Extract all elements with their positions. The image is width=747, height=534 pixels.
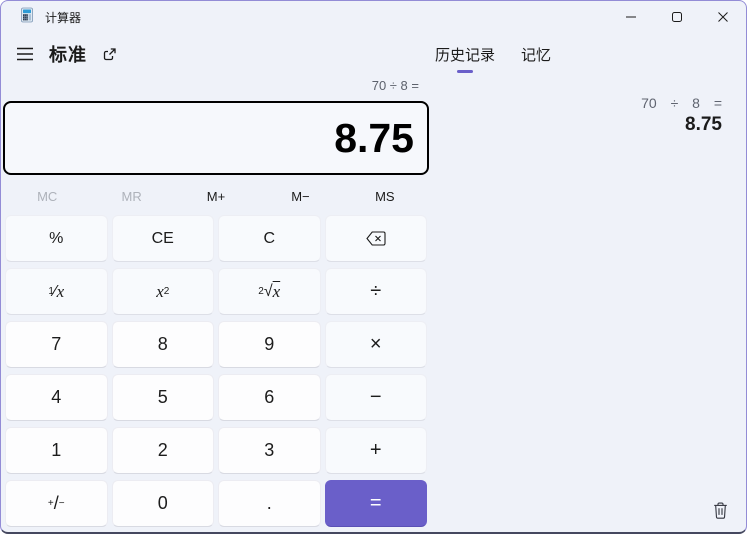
nine-button[interactable]: 9	[218, 321, 321, 368]
eight-button[interactable]: 8	[111, 321, 214, 368]
clear-button[interactable]: C	[218, 215, 321, 262]
six-button[interactable]: 6	[218, 374, 321, 421]
equals-button[interactable]: =	[324, 480, 427, 527]
menu-button[interactable]	[7, 37, 43, 71]
window-title: 计算器	[45, 10, 82, 25]
reciprocal-button[interactable]: 1 ⁄ x	[5, 268, 108, 315]
active-tab-indicator	[457, 70, 473, 73]
tab-history[interactable]: 历史记录	[435, 33, 495, 75]
tab-history-label: 历史记录	[435, 46, 496, 64]
two-button[interactable]: 2	[111, 427, 214, 474]
clear-history-button[interactable]	[704, 496, 736, 526]
window-controls	[608, 1, 746, 33]
expression-line: 70 ÷ 8 =	[371, 78, 419, 93]
panel-footer	[431, 492, 746, 532]
maximize-icon	[672, 12, 682, 22]
multiply-button[interactable]: ×	[324, 321, 427, 368]
minimize-icon	[626, 16, 636, 18]
tab-memory[interactable]: 记忆	[521, 33, 551, 75]
keep-on-top-button[interactable]	[91, 37, 127, 71]
add-button[interactable]: +	[324, 427, 427, 474]
clear-entry-button[interactable]: CE	[111, 215, 214, 262]
window-content: 标准 70 ÷ 8 = 8.75 MC MR M+ M− MS % CE C 1 ⁄ x x 2 2 √ x…	[1, 33, 746, 532]
calculator-main: 标准 70 ÷ 8 = 8.75 MC MR M+ M− MS % CE C 1 ⁄ x x 2 2 √ x…	[1, 33, 431, 532]
backspace-icon	[366, 231, 386, 246]
toolbar: 标准	[1, 33, 431, 75]
history-list: 70 ÷ 8 = 8.75	[431, 75, 746, 492]
four-button[interactable]: 4	[5, 374, 108, 421]
divide-button[interactable]: ÷	[324, 268, 427, 315]
minimize-button[interactable]	[608, 1, 654, 33]
maximize-button[interactable]	[654, 1, 700, 33]
keypad: % CE C 1 ⁄ x x 2 2 √ x ÷ 7 8 9 × 4 5 6− 1 2 3 + + / −0. =	[5, 215, 427, 527]
negate-button[interactable]: + / −	[5, 480, 108, 527]
mode-label: 标准	[49, 45, 87, 65]
one-button[interactable]: 1	[5, 427, 108, 474]
titlebar-left: 计算器	[1, 7, 81, 28]
zero-button[interactable]: 0	[111, 480, 214, 527]
percent-button[interactable]: %	[5, 215, 108, 262]
subtract-button[interactable]: −	[324, 374, 427, 421]
keep-on-top-icon	[103, 47, 116, 60]
close-button[interactable]	[700, 1, 746, 33]
tab-memory-label: 记忆	[521, 46, 552, 64]
history-panel: 历史记录 记忆 70 ÷ 8 = 8.75	[431, 33, 746, 532]
panel-tabs: 历史记录 记忆	[431, 33, 746, 75]
memory-clear-button: MC	[5, 181, 89, 211]
titlebar: 计算器	[1, 1, 746, 33]
three-button[interactable]: 3	[218, 427, 321, 474]
memory-recall-button: MR	[89, 181, 173, 211]
backspace-button[interactable]	[324, 215, 427, 262]
history-entry-expression: 70 ÷ 8 =	[641, 95, 722, 111]
history-entry[interactable]: 70 ÷ 8 = 8.75	[431, 89, 746, 144]
trash-icon	[713, 502, 727, 519]
display-value: 8.75	[334, 114, 414, 161]
memory-subtract-button[interactable]: M−	[258, 181, 342, 211]
square-root-button[interactable]: 2 √ x	[218, 268, 321, 315]
calculator-window: 计算器 标准 70 ÷ 8 = 8.75 MC MR M+ M− MS % CE…	[0, 0, 747, 534]
calculator-app-icon	[19, 7, 35, 28]
history-entry-result: 8.75	[685, 114, 722, 135]
hamburger-icon	[17, 47, 33, 61]
seven-button[interactable]: 7	[5, 321, 108, 368]
calculator-display[interactable]: 8.75	[3, 101, 429, 175]
decimal-button[interactable]: .	[218, 480, 321, 527]
five-button[interactable]: 5	[111, 374, 214, 421]
square-button[interactable]: x2	[111, 268, 214, 315]
memory-bar: MC MR M+ M− MS	[5, 181, 427, 211]
memory-store-button[interactable]: MS	[343, 181, 427, 211]
memory-add-button[interactable]: M+	[174, 181, 258, 211]
close-icon	[718, 12, 728, 22]
